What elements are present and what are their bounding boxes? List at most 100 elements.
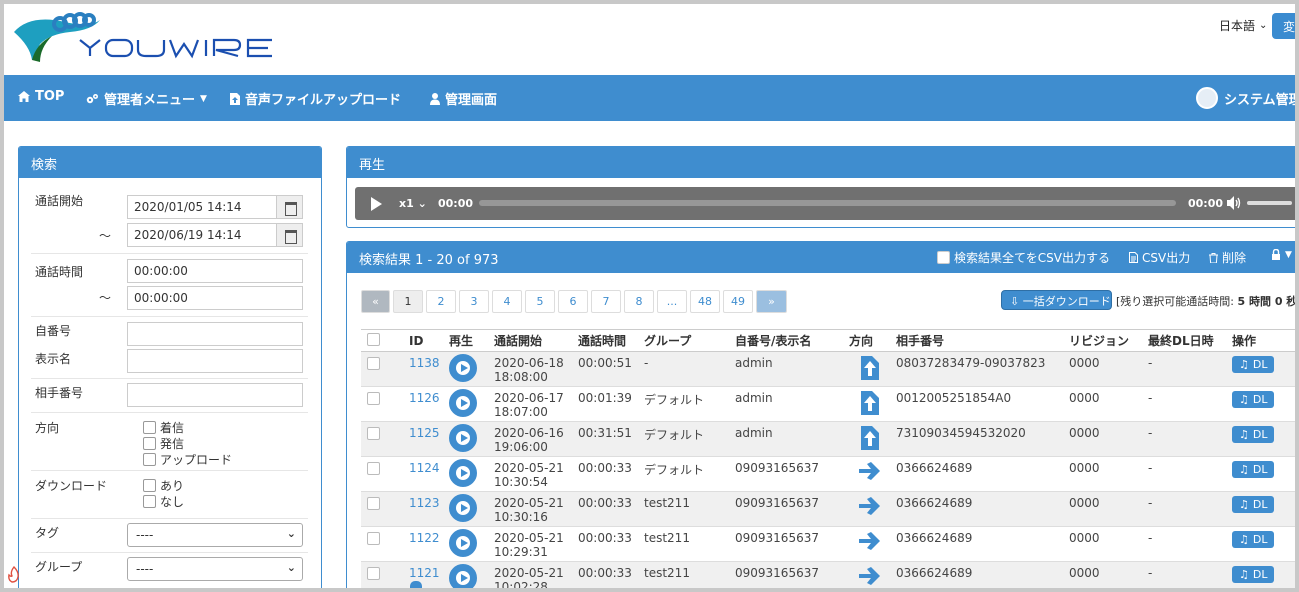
record-id-link[interactable]: 1121 — [409, 566, 440, 580]
change-button[interactable]: 変 — [1272, 13, 1295, 39]
play-button[interactable] — [449, 529, 477, 557]
direction-outgoing-checkbox[interactable]: 発信 — [143, 435, 184, 452]
nav-admin-screen[interactable]: 管理画面 — [430, 89, 497, 108]
direction-upload-checkbox[interactable]: アップロード — [143, 451, 232, 468]
start-date: 2020-06-16 — [494, 426, 564, 440]
partner-number-input[interactable] — [127, 383, 303, 407]
dl-button[interactable]: ♫ DL — [1232, 426, 1275, 443]
page-4[interactable]: 4 — [492, 290, 522, 313]
nav-audio-upload[interactable]: 音声ファイルアップロード — [230, 89, 401, 108]
play-button[interactable] — [449, 354, 477, 382]
record-id-link[interactable]: 1124 — [409, 461, 440, 475]
call-start-to-input[interactable]: 2020/06/19 14:14 — [127, 223, 277, 247]
start-time: 10:29:31 — [494, 545, 548, 559]
row-checkbox[interactable] — [367, 427, 380, 440]
call-start-label: 通話開始 — [35, 194, 84, 208]
start-date: 2020-05-21 — [494, 531, 564, 545]
debug-flame-icon[interactable] — [6, 566, 22, 584]
play-button[interactable] — [449, 564, 477, 588]
page-prev[interactable]: « — [361, 290, 390, 313]
music-icon: ♫ — [1239, 358, 1249, 371]
page-next[interactable]: » — [756, 290, 787, 313]
record-id-link[interactable]: 1138 — [409, 356, 440, 370]
page-5[interactable]: 5 — [525, 290, 555, 313]
csv-export-button[interactable]: CSV出力 — [1129, 249, 1190, 266]
page-6[interactable]: 6 — [558, 290, 588, 313]
record-id-link[interactable]: 1123 — [409, 496, 440, 510]
page-2[interactable]: 2 — [426, 290, 456, 313]
volume-slider[interactable] — [1247, 201, 1292, 205]
remaining-time: [残り選択可能通話時間: 5 時間 0 秒 ] — [1116, 293, 1295, 309]
bulk-download-button[interactable]: ⇩ 一括ダウンロード — [1001, 290, 1112, 310]
row-checkbox[interactable] — [367, 357, 380, 370]
group-select[interactable]: ---- ⌄ — [127, 557, 303, 581]
record-id-link[interactable]: 1122 — [409, 531, 440, 545]
table-row: 1125 2020-06-16 19:06:00 00:31:51 デフォルト admin… — [361, 421, 1295, 457]
record-id-link[interactable]: 1125 — [409, 426, 440, 440]
language-select[interactable]: 日本語 ⌄ — [1219, 17, 1267, 34]
music-icon: ♫ — [1239, 428, 1249, 441]
calendar-icon[interactable] — [276, 195, 303, 219]
dl-button[interactable]: ♫ DL — [1232, 531, 1275, 548]
play-cell — [445, 526, 490, 562]
page-48[interactable]: 48 — [690, 290, 720, 313]
start-time: 10:30:16 — [494, 510, 548, 524]
row-checkbox[interactable] — [367, 567, 380, 580]
direction-incoming-checkbox[interactable]: 着信 — [143, 419, 184, 436]
chevron-down-icon: ⌄ — [286, 527, 296, 540]
nav-top[interactable]: TOP — [18, 89, 64, 104]
play-button[interactable] — [449, 459, 477, 487]
page-3[interactable]: 3 — [459, 290, 489, 313]
own-number-row: 自番号 表示名 — [31, 317, 308, 379]
row-checkbox[interactable] — [367, 532, 380, 545]
calendar-icon[interactable] — [276, 223, 303, 247]
own-number-cell: 09093165637 — [731, 491, 845, 527]
download-no-checkbox[interactable]: なし — [143, 493, 184, 510]
lock-menu[interactable]: ▼ — [1271, 249, 1292, 260]
duration-cell: 00:00:33 — [574, 456, 640, 492]
tag-select[interactable]: ---- ⌄ — [127, 523, 303, 547]
row-checkbox[interactable] — [367, 462, 380, 475]
row-checkbox[interactable] — [367, 392, 380, 405]
speed-select[interactable]: x1 ⌄ — [399, 197, 427, 210]
duration-from-input[interactable]: 00:00:00 — [127, 259, 303, 283]
nav-audio-upload-label: 音声ファイルアップロード — [245, 93, 402, 108]
page-7[interactable]: 7 — [591, 290, 621, 313]
play-button[interactable] — [449, 424, 477, 452]
dl-button[interactable]: ♫ DL — [1232, 356, 1275, 373]
user-menu[interactable]: システム管理 — [1196, 87, 1295, 109]
nav-admin-menu[interactable]: 管理者メニュー ▼ — [86, 89, 207, 108]
play-button[interactable] — [449, 494, 477, 522]
duration-cell: 00:01:39 — [574, 386, 640, 422]
download-yes-checkbox[interactable]: あり — [143, 477, 184, 494]
id-cell: 1121 — [405, 561, 445, 588]
group-cell: デフォルト — [640, 386, 731, 422]
nav-top-label: TOP — [35, 89, 65, 104]
direction-cell — [845, 421, 892, 457]
dl-button[interactable]: ♫ DL — [1232, 391, 1275, 408]
dl-button[interactable]: ♫ DL — [1232, 461, 1275, 478]
dl-button[interactable]: ♫ DL — [1232, 566, 1275, 583]
display-name-input[interactable] — [127, 349, 303, 373]
call-start-from-input[interactable]: 2020/01/05 14:14 — [127, 195, 277, 219]
play-icon[interactable] — [371, 197, 382, 211]
seek-bar[interactable] — [479, 200, 1176, 206]
own-number-input[interactable] — [127, 322, 303, 346]
volume-icon[interactable] — [1227, 196, 1243, 210]
dl-button[interactable]: ♫ DL — [1232, 496, 1275, 513]
record-id-link[interactable]: 1126 — [409, 391, 440, 405]
play-button[interactable] — [449, 389, 477, 417]
lock-icon — [410, 581, 422, 588]
delete-button[interactable]: 削除 — [1209, 249, 1246, 266]
page-49[interactable]: 49 — [723, 290, 753, 313]
select-all-checkbox[interactable] — [367, 333, 380, 346]
page-1[interactable]: 1 — [393, 290, 423, 313]
action-cell: ♫ DL — [1228, 421, 1295, 457]
duration-to-input[interactable]: 00:00:00 — [127, 286, 303, 310]
row-checkbox[interactable] — [367, 497, 380, 510]
duration-label: 通話時間 — [35, 265, 84, 279]
revision-cell: 0000 — [1065, 351, 1144, 387]
page-8[interactable]: 8 — [624, 290, 654, 313]
direction-cell — [845, 491, 892, 527]
csv-all-checkbox[interactable]: 検索結果全てをCSV出力する — [937, 249, 1110, 266]
